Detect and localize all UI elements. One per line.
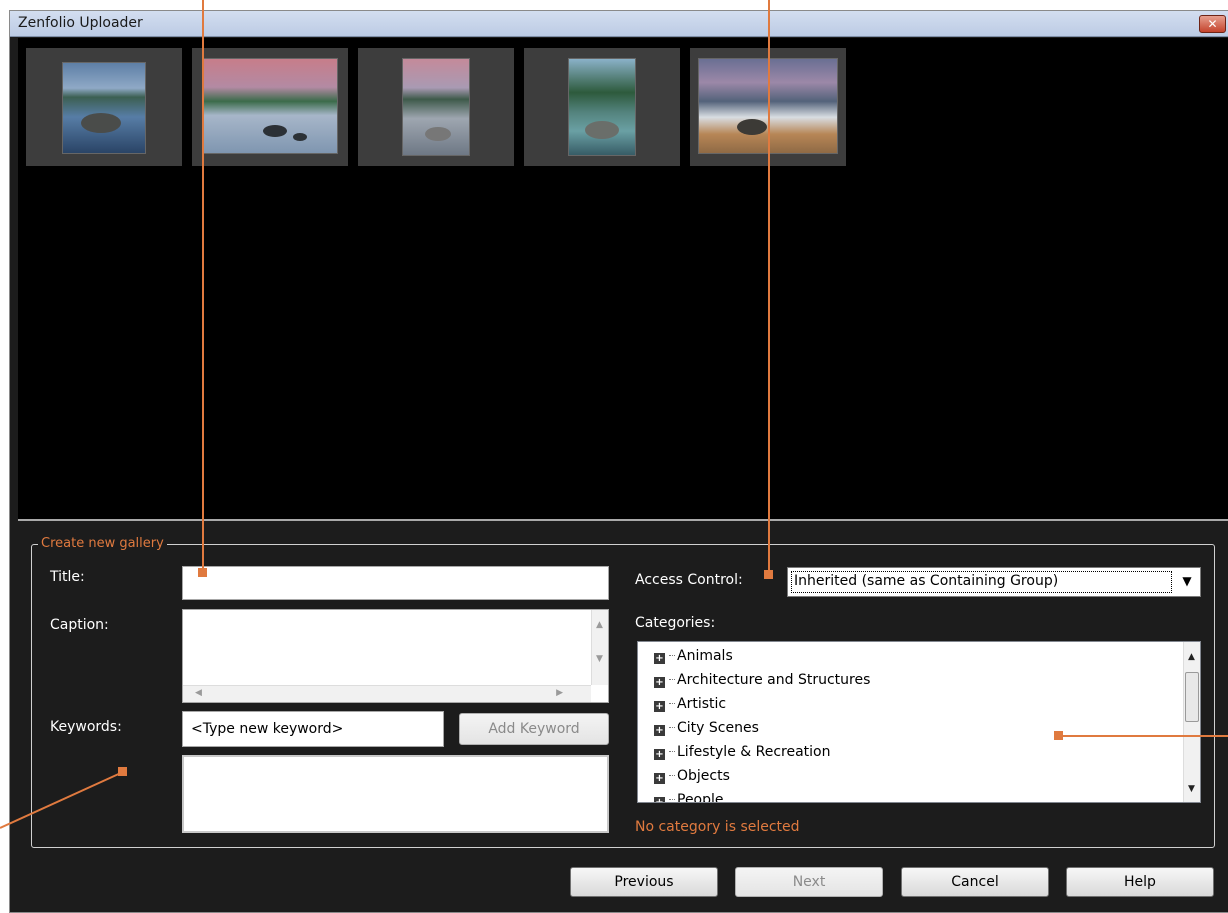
keywords-list[interactable] [182,755,609,833]
add-keyword-button[interactable]: Add Keyword [459,713,609,745]
plus-box-icon[interactable]: + [654,677,665,688]
keywords-label: Keywords: [50,719,122,735]
photo-thumbnail[interactable] [192,48,348,166]
category-item[interactable]: + Artistic [654,692,726,716]
callout-marker [1054,731,1063,740]
thumbnail-strip [18,38,1228,520]
categories-tree[interactable]: + Animals + Architecture and Structures + A… [637,641,1201,803]
title-bar: Zenfolio Uploader ✕ [10,11,1228,37]
callout-marker [118,767,127,776]
panel-divider [18,519,1228,521]
title-label: Title: [50,569,85,585]
close-icon: ✕ [1207,17,1218,31]
scroll-right-icon[interactable]: ▶ [556,688,563,698]
scroll-down-icon[interactable]: ▼ [596,654,603,664]
scroll-down-icon[interactable]: ▼ [1188,784,1195,794]
category-status: No category is selected [635,819,800,835]
scroll-thumb[interactable] [1185,672,1199,722]
category-item[interactable]: + Animals [654,644,733,668]
plus-box-icon[interactable]: + [654,773,665,784]
categories-label: Categories: [635,615,716,631]
categories-scrollbar[interactable]: ▲ ▼ [1183,642,1200,802]
caption-label: Caption: [50,617,109,633]
callout-line [768,0,770,574]
keyword-input-field[interactable] [183,712,443,746]
plus-box-icon[interactable]: + [654,725,665,736]
plus-box-icon[interactable]: + [654,701,665,712]
category-item[interactable]: + People [654,788,724,802]
category-item[interactable]: + Lifestyle & Recreation [654,740,831,764]
title-input-field[interactable] [183,567,608,599]
create-gallery-group: Create new gallery Title: Caption: ▲ ▼ ◀… [31,536,1215,848]
category-item[interactable]: + City Scenes [654,716,759,740]
callout-line [1058,735,1228,737]
close-button[interactable]: ✕ [1199,15,1226,33]
access-control-value: Inherited (same as Containing Group) [791,571,1172,593]
keyword-input[interactable] [182,711,444,747]
previous-button[interactable]: Previous [570,867,718,897]
plus-box-icon[interactable]: + [654,749,665,760]
scroll-left-icon[interactable]: ◀ [195,688,202,698]
scroll-up-icon[interactable]: ▲ [1188,652,1195,662]
category-item[interactable]: + Objects [654,764,730,788]
callout-line [0,771,124,829]
scroll-up-icon[interactable]: ▲ [596,620,603,630]
caption-vertical-scrollbar[interactable]: ▲ ▼ [591,610,608,685]
photo-thumbnail[interactable] [524,48,680,166]
category-item[interactable]: + Architecture and Structures [654,668,870,692]
plus-box-icon[interactable]: + [654,653,665,664]
next-button[interactable]: Next [735,867,883,897]
photo-thumbnail[interactable] [26,48,182,166]
photo-thumbnail[interactable] [358,48,514,166]
callout-line [202,0,204,572]
chevron-down-icon[interactable]: ▼ [1174,568,1200,596]
caption-horizontal-scrollbar[interactable]: ◀ ▶ [183,685,591,702]
window-title: Zenfolio Uploader [18,15,143,31]
access-control-label: Access Control: [635,572,743,588]
caption-textarea[interactable]: ▲ ▼ ◀ ▶ [182,609,609,703]
callout-marker [198,568,207,577]
cancel-button[interactable]: Cancel [901,867,1049,897]
plus-box-icon[interactable]: + [654,797,665,802]
access-control-select[interactable]: Inherited (same as Containing Group) ▼ [787,567,1201,597]
help-button[interactable]: Help [1066,867,1214,897]
group-legend: Create new gallery [38,536,167,551]
callout-marker [764,570,773,579]
title-input[interactable] [182,566,609,600]
